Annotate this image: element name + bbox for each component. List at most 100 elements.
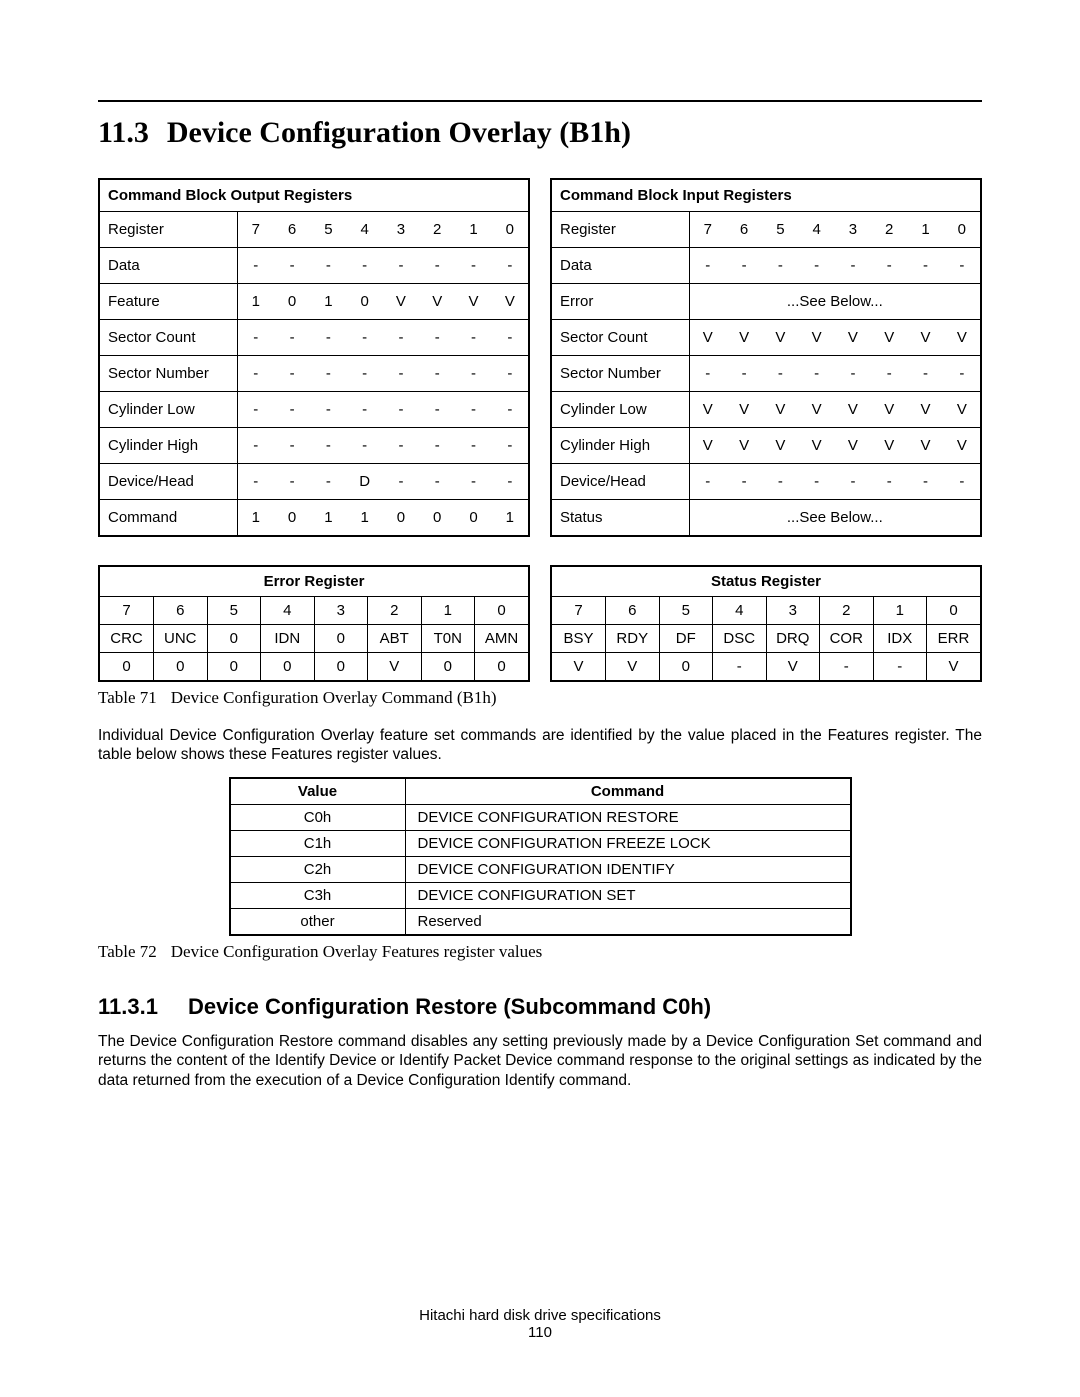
bit-cell: V bbox=[835, 392, 871, 428]
register-row-label: Cylinder High bbox=[552, 428, 689, 464]
bit-cell: - bbox=[726, 248, 762, 284]
bit-cell: V bbox=[762, 392, 798, 428]
features-table-wrap: ValueCommandC0hDEVICE CONFIGURATION REST… bbox=[98, 777, 982, 936]
bit-index-cell: 1 bbox=[421, 597, 475, 625]
table71-label: Table 71 bbox=[98, 688, 157, 707]
bit-name-cell: 0 bbox=[207, 625, 261, 653]
bit-cell: - bbox=[419, 356, 455, 392]
bit-header-cell: 7 bbox=[237, 212, 274, 248]
bit-cell: 0 bbox=[274, 284, 310, 320]
table71-text: Device Configuration Overlay Command (B1… bbox=[171, 688, 497, 707]
bit-cell: V bbox=[689, 428, 726, 464]
register-row-label: Cylinder High bbox=[100, 428, 237, 464]
bit-value-cell: V bbox=[552, 653, 606, 681]
bit-cell: - bbox=[455, 392, 491, 428]
bit-cell: - bbox=[419, 392, 455, 428]
bit-cell: - bbox=[835, 356, 871, 392]
bit-value-cell: 0 bbox=[261, 653, 315, 681]
bit-value-cell: V bbox=[368, 653, 422, 681]
bit-cell: - bbox=[762, 356, 798, 392]
bit-cell: - bbox=[944, 356, 980, 392]
bit-name-cell: DSC bbox=[713, 625, 767, 653]
status-register-title: Status Register bbox=[552, 567, 980, 597]
bit-cell: - bbox=[492, 392, 528, 428]
bit-cell: - bbox=[237, 248, 274, 284]
bit-cell: - bbox=[944, 248, 980, 284]
bit-header-cell: 0 bbox=[944, 212, 980, 248]
features-value-cell: other bbox=[230, 908, 406, 935]
bit-cell: - bbox=[310, 464, 346, 500]
bit-cell: - bbox=[237, 464, 274, 500]
bit-cell: - bbox=[455, 248, 491, 284]
section-title-text: Device Configuration Overlay (B1h) bbox=[167, 116, 631, 149]
bit-value-cell: - bbox=[820, 653, 874, 681]
register-row-label: Sector Number bbox=[100, 356, 237, 392]
input-registers-title: Command Block Input Registers bbox=[552, 180, 980, 212]
bit-cell: 1 bbox=[310, 500, 346, 536]
bit-cell: - bbox=[310, 248, 346, 284]
table72-text: Device Configuration Overlay Features re… bbox=[171, 942, 543, 961]
register-row-label: Device/Head bbox=[100, 464, 237, 500]
features-value-cell: C2h bbox=[230, 856, 406, 882]
register-row-label: Device/Head bbox=[552, 464, 689, 500]
paragraph-2: The Device Configuration Restore command… bbox=[98, 1032, 982, 1090]
status-register-table: 76543210BSYRDYDFDSCDRQCORIDXERRVV0-V--V bbox=[552, 597, 980, 680]
bit-cell: 0 bbox=[347, 284, 383, 320]
bit-cell: - bbox=[347, 248, 383, 284]
header-rule bbox=[98, 100, 982, 102]
see-below-cell: ...See Below... bbox=[689, 500, 980, 536]
bit-header-cell: 2 bbox=[419, 212, 455, 248]
bit-index-cell: 0 bbox=[475, 597, 529, 625]
bit-cell: V bbox=[799, 428, 835, 464]
register-row-label: Cylinder Low bbox=[100, 392, 237, 428]
bit-value-cell: 0 bbox=[154, 653, 208, 681]
bit-value-cell: V bbox=[927, 653, 981, 681]
bit-cell: V bbox=[689, 320, 726, 356]
bit-name-cell: COR bbox=[820, 625, 874, 653]
bit-cell: - bbox=[383, 464, 419, 500]
bit-cell: - bbox=[419, 428, 455, 464]
bit-name-cell: RDY bbox=[606, 625, 660, 653]
bit-cell: - bbox=[944, 464, 980, 500]
bit-cell: V bbox=[762, 320, 798, 356]
error-register-table: 76543210CRCUNC0IDN0ABTT0NAMN00000V00 bbox=[100, 597, 528, 680]
bit-cell: - bbox=[274, 392, 310, 428]
footer-line1: Hitachi hard disk drive specifications bbox=[0, 1307, 1080, 1324]
bit-header-cell: 1 bbox=[907, 212, 943, 248]
bit-cell: 1 bbox=[310, 284, 346, 320]
bit-name-cell: T0N bbox=[421, 625, 475, 653]
bit-cell: - bbox=[907, 464, 943, 500]
bit-cell: - bbox=[871, 464, 907, 500]
bit-cell: - bbox=[455, 428, 491, 464]
bit-cell: - bbox=[383, 428, 419, 464]
bit-header-cell: 1 bbox=[455, 212, 491, 248]
bit-cell: 1 bbox=[237, 284, 274, 320]
bit-cell: - bbox=[237, 320, 274, 356]
bit-header-cell: 5 bbox=[762, 212, 798, 248]
see-below-cell: ...See Below... bbox=[689, 284, 980, 320]
bit-index-cell: 6 bbox=[606, 597, 660, 625]
paragraph-1: Individual Device Configuration Overlay … bbox=[98, 726, 982, 765]
bit-cell: - bbox=[689, 464, 726, 500]
bit-cell: V bbox=[799, 320, 835, 356]
bit-name-cell: ERR bbox=[927, 625, 981, 653]
bit-value-cell: 0 bbox=[659, 653, 713, 681]
bit-cell: V bbox=[726, 428, 762, 464]
bit-cell: - bbox=[383, 392, 419, 428]
bit-value-cell: 0 bbox=[421, 653, 475, 681]
bit-name-cell: DF bbox=[659, 625, 713, 653]
bit-cell: D bbox=[347, 464, 383, 500]
register-row-label: Cylinder Low bbox=[552, 392, 689, 428]
bit-header-cell: 3 bbox=[383, 212, 419, 248]
bit-header-cell: 6 bbox=[726, 212, 762, 248]
bit-cell: V bbox=[689, 392, 726, 428]
bit-header-cell: 6 bbox=[274, 212, 310, 248]
bit-cell: - bbox=[274, 248, 310, 284]
error-status-pair: Error Register 76543210CRCUNC0IDN0ABTT0N… bbox=[98, 565, 982, 682]
section-heading: 11.3Device Configuration Overlay (B1h) bbox=[98, 116, 982, 150]
bit-name-cell: IDN bbox=[261, 625, 315, 653]
bit-cell: - bbox=[237, 428, 274, 464]
bit-index-cell: 5 bbox=[659, 597, 713, 625]
input-registers-table: Register76543210Data--------Error...See … bbox=[552, 212, 980, 535]
bit-cell: V bbox=[835, 428, 871, 464]
